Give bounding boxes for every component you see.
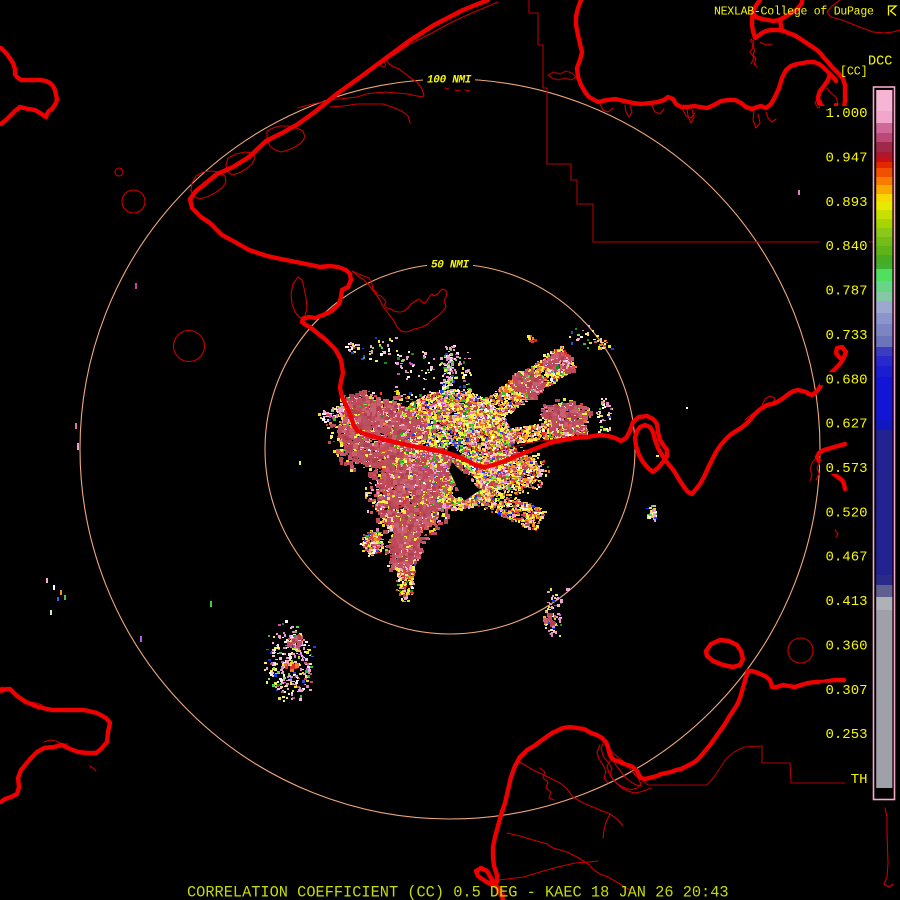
svg-text:0.893: 0.893 bbox=[825, 195, 867, 211]
svg-text:CORRELATION COEFFICIENT (CC) 0: CORRELATION COEFFICIENT (CC) 0.5 DEG - K… bbox=[187, 884, 729, 900]
svg-text:0.307: 0.307 bbox=[825, 683, 867, 699]
svg-text:0.680: 0.680 bbox=[825, 372, 867, 388]
svg-text:1.000: 1.000 bbox=[825, 106, 867, 122]
svg-text:0.253: 0.253 bbox=[825, 727, 867, 743]
svg-text:0.733: 0.733 bbox=[825, 328, 867, 344]
svg-text:DCC: DCC bbox=[868, 55, 892, 70]
svg-text:50 NMI: 50 NMI bbox=[431, 260, 470, 272]
svg-text:TH: TH bbox=[851, 772, 868, 788]
svg-text:100 NMI: 100 NMI bbox=[427, 75, 472, 87]
svg-text:0.840: 0.840 bbox=[825, 239, 867, 255]
svg-text:0.520: 0.520 bbox=[825, 505, 867, 521]
svg-text:0.627: 0.627 bbox=[825, 417, 867, 433]
svg-text:[CC]: [CC] bbox=[840, 66, 868, 79]
svg-text:0.467: 0.467 bbox=[825, 550, 867, 566]
svg-text:NEXLAB-College of DuPage: NEXLAB-College of DuPage bbox=[714, 6, 874, 19]
svg-text:0.360: 0.360 bbox=[825, 638, 867, 654]
svg-text:0.413: 0.413 bbox=[825, 594, 867, 610]
svg-text:0.573: 0.573 bbox=[825, 461, 867, 477]
svg-text:0.787: 0.787 bbox=[825, 284, 867, 300]
svg-text:0.947: 0.947 bbox=[825, 151, 867, 167]
